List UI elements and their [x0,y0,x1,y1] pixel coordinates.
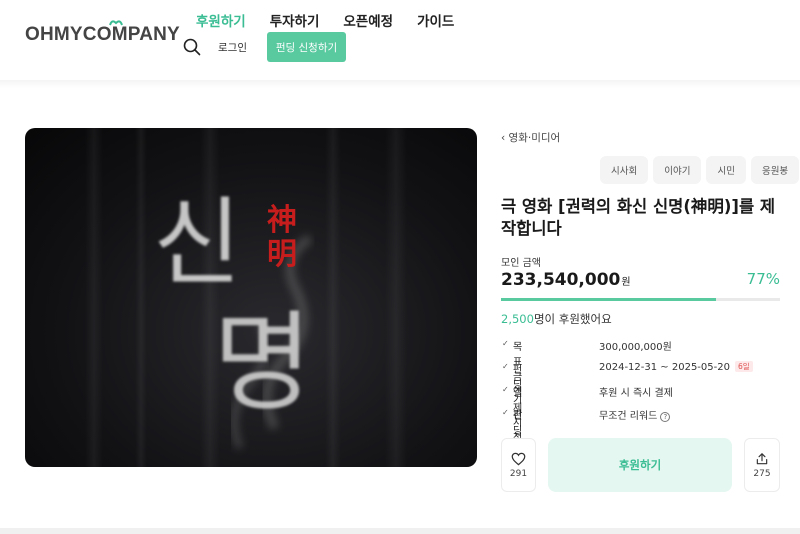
like-count: 291 [509,468,528,479]
poster-art: 신 명 神 明 [85,128,407,467]
project-poster: 신 명 神 明 [25,128,477,467]
info-value-wrap: 무조건 리워드? [599,407,671,422]
info-value-wrap: 2024-12-31 ~ 2025-05-20 6일 [599,361,753,373]
info-value: 300,000,000원 [599,342,672,353]
tag-item[interactable]: 이야기 [653,156,702,184]
raised-amount: 233,540,000원 [501,270,631,290]
project-title: 극 영화 [권력의 화신 신명(神明)]를 제작합니다 [501,197,776,238]
supporters-suffix: 명이 후원했어요 [533,312,612,326]
info-value: 2024-12-31 ~ 2025-05-20 [599,362,730,373]
info-value: 무조건 리워드 [599,411,658,422]
site-header: OHMYCOMPANY 후원하기 투자하기 오픈예정 가이드 로그인 펀딩 신청… [0,0,800,80]
apply-funding-button[interactable]: 펀딩 신청하기 [267,32,346,62]
share-icon [756,452,768,464]
poster-title-part1: 신 [153,187,241,299]
poster-hanja-part2: 明 [267,237,297,272]
nav-upcoming[interactable]: 오픈예정 [343,10,393,30]
check-icon: ✓ [502,339,509,348]
poster-hanja-part1: 神 [267,203,297,238]
main-nav: 후원하기 투자하기 오픈예정 가이드 [196,10,478,30]
raised-value: 233,540,000 [501,270,621,290]
like-button[interactable]: 291 [501,438,536,492]
support-button[interactable]: 후원하기 [548,438,732,492]
info-value: 후원 시 즉시 결제 [599,388,673,399]
funding-percent: 77% [746,270,780,288]
category-breadcrumb[interactable]: ‹ 영화·미디어 [501,130,560,145]
chevron-left-icon: ‹ [501,132,506,144]
section-divider [0,528,800,534]
days-left-badge: 6일 [734,361,753,372]
tag-item[interactable]: 시민 [706,156,746,184]
poster-title-part2: 명 [213,301,312,426]
nav-support[interactable]: 후원하기 [196,10,246,30]
logo-leaf-icon [109,20,123,26]
share-button[interactable]: 275 [744,438,780,492]
raised-label: 모인 금액 [501,258,541,269]
supporters-number: 2,500 [501,312,534,326]
help-icon[interactable]: ? [660,412,671,422]
login-link[interactable]: 로그인 [218,40,247,55]
nav-invest[interactable]: 투자하기 [270,10,320,30]
check-icon: ✓ [502,385,509,394]
logo-text: OHMYCOMPANY [25,24,180,45]
nav-guide[interactable]: 가이드 [417,10,454,30]
check-icon: ✓ [502,362,509,371]
heart-icon [511,452,526,465]
check-icon: ✓ [502,408,509,417]
progress-fill [501,298,716,301]
tag-item[interactable]: 시사회 [600,156,649,184]
tag-item[interactable]: 응원봉 [750,156,800,184]
ohmycompany-logo[interactable]: OHMYCOMPANY [25,20,180,46]
category-label: 영화·미디어 [508,132,561,144]
raised-unit: 원 [621,277,631,288]
header-divider [0,80,800,88]
funding-progress-bar [501,298,780,301]
search-icon[interactable] [183,38,201,56]
share-count: 275 [753,468,771,479]
tag-list: 시사회 이야기 시민 응원봉 [600,156,800,184]
supporters-count: 2,500명이 후원했어요 [501,311,612,327]
